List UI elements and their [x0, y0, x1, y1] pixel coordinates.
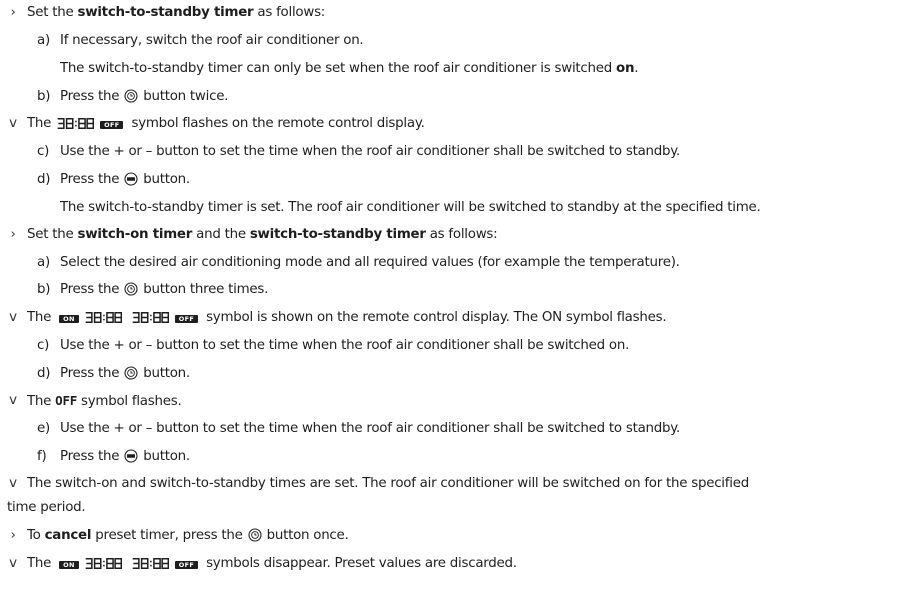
- substep-text: Select the desired air conditioning mode…: [60, 255, 680, 270]
- substep-text: If necessary, switch the roof air condit…: [60, 33, 364, 48]
- set-button-icon: [124, 172, 138, 186]
- timer-button-icon: [124, 89, 138, 103]
- time-display-icon: [57, 116, 94, 131]
- substep-text: Press the button three times.: [60, 282, 269, 297]
- time-display-icon: [132, 556, 169, 571]
- result-marker: v: [9, 393, 17, 408]
- substep-label: a): [37, 255, 50, 270]
- substep-label: e): [37, 421, 50, 436]
- substep-text: Press the button.: [60, 172, 190, 187]
- step-bullet: ›: [10, 528, 16, 543]
- time-display-icon: [85, 556, 122, 571]
- substep-label: b): [37, 89, 51, 104]
- result-text: The ON OFF symbol is shown on the remote …: [27, 310, 667, 325]
- step-text: Set the switch-to-standby timer as follo…: [27, 5, 326, 20]
- note-text: The switch-to-standby timer is set. The …: [60, 200, 761, 215]
- result-marker: v: [9, 116, 17, 131]
- step-bullet: ›: [10, 5, 16, 20]
- step-bullet: ›: [10, 227, 16, 242]
- substep-label: d): [37, 366, 51, 381]
- set-button-icon: [124, 449, 138, 463]
- result-text: The OFF symbol flashes.: [27, 393, 182, 409]
- substep-text: Press the button twice.: [60, 89, 229, 104]
- substep-label: d): [37, 172, 51, 187]
- substep-text: Use the + or – button to set the time wh…: [60, 421, 681, 436]
- result-text: The switch-on and switch-to-standby time…: [27, 476, 749, 491]
- on-badge-icon: ON: [59, 315, 79, 323]
- on-badge-icon: ON: [59, 561, 79, 569]
- substep-text: Press the button.: [60, 366, 190, 381]
- substep-label: b): [37, 282, 51, 297]
- result-text: time period.: [7, 500, 86, 515]
- substep-label: a): [37, 33, 50, 48]
- substep-text: Press the button.: [60, 449, 190, 464]
- off-badge-icon: OFF: [100, 121, 124, 129]
- off-badge-icon: OFF: [174, 561, 199, 569]
- substep-label: f): [37, 449, 47, 464]
- result-text: The OFF symbol flashes on the remote con…: [27, 116, 425, 131]
- off-badge-icon: OFF: [174, 315, 199, 323]
- substep-text: Use the + or – button to set the time wh…: [60, 144, 681, 159]
- timer-button-icon: [248, 528, 262, 542]
- note-text: The switch-to-standby timer can only be …: [60, 61, 639, 76]
- step-text: To cancel preset timer, press the button…: [27, 528, 349, 543]
- step-text: Set the switch-on timer and the switch-t…: [27, 227, 498, 242]
- time-display-icon: [132, 310, 169, 325]
- substep-label: c): [37, 144, 50, 159]
- result-marker: v: [9, 556, 17, 571]
- timer-button-icon: [124, 282, 138, 296]
- result-text: The ON OFF symbols disappear. Preset valu…: [27, 556, 517, 571]
- substep-label: c): [37, 338, 50, 353]
- substep-text: Use the + or – button to set the time wh…: [60, 338, 630, 353]
- result-marker: v: [9, 310, 17, 325]
- result-marker: v: [9, 476, 17, 491]
- timer-button-icon: [124, 366, 138, 380]
- time-display-icon: [85, 310, 122, 325]
